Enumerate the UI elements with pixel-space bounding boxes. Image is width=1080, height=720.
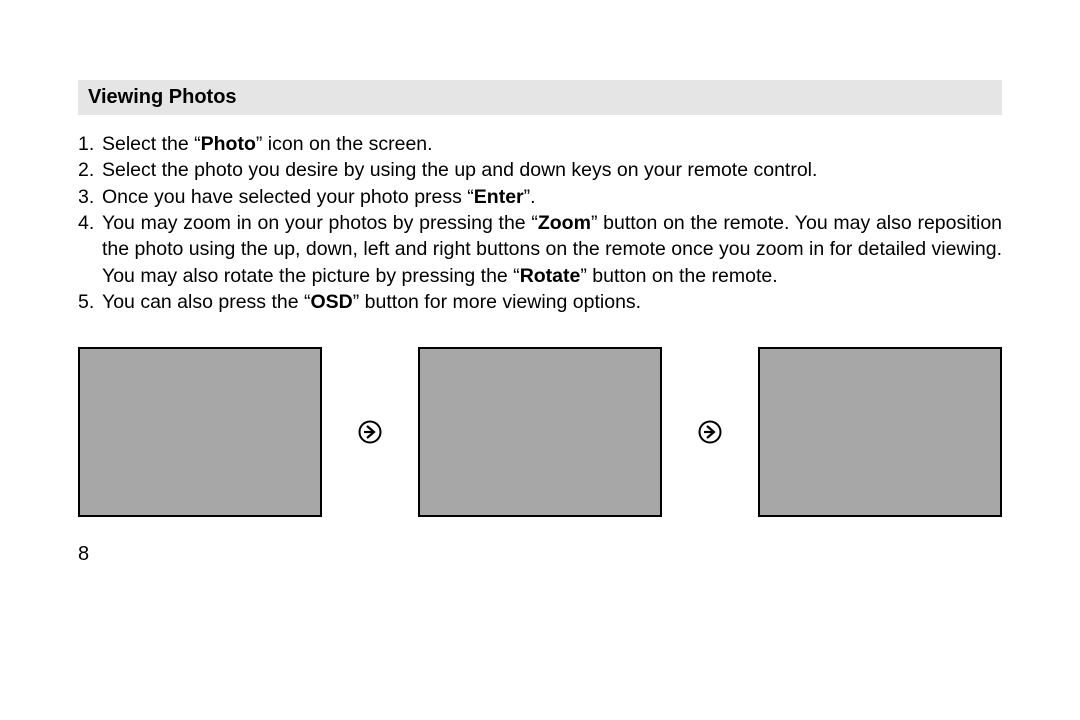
manual-page: Viewing Photos 1. Select the “Photo” ico… — [0, 0, 1080, 566]
section-heading-bar: Viewing Photos — [78, 80, 1002, 115]
text: ” icon on the screen. — [256, 133, 433, 155]
text: Once you have selected your photo press … — [102, 186, 474, 208]
text: You may zoom in on your photos by pressi… — [102, 212, 538, 234]
section-heading: Viewing Photos — [88, 86, 237, 108]
list-item: 3. Once you have selected your photo pre… — [78, 184, 1002, 210]
list-item: 1. Select the “Photo” icon on the screen… — [78, 131, 1002, 157]
text: ”. — [524, 186, 536, 208]
instruction-list: 1. Select the “Photo” icon on the screen… — [78, 131, 1002, 315]
text: ” button for more viewing options. — [353, 291, 641, 313]
thumbnail — [418, 347, 662, 517]
figure-row — [78, 347, 1002, 517]
photo-placeholder — [758, 347, 1002, 517]
step-body: Select the “Photo” icon on the screen. — [102, 131, 1002, 157]
step-number: 1. — [78, 131, 102, 157]
photo-placeholder — [78, 347, 322, 517]
step-body: You may zoom in on your photos by pressi… — [102, 210, 1002, 289]
bold-text: OSD — [311, 291, 353, 313]
arrow-right-icon — [698, 420, 722, 444]
bold-text: Enter — [474, 186, 524, 208]
step-number: 3. — [78, 184, 102, 210]
photo-placeholder — [418, 347, 662, 517]
page-number: 8 — [78, 543, 1002, 566]
list-item: 4. You may zoom in on your photos by pre… — [78, 210, 1002, 289]
thumbnail — [78, 347, 322, 517]
step-number: 4. — [78, 210, 102, 289]
step-number: 2. — [78, 157, 102, 183]
list-item: 5. You can also press the “OSD” button f… — [78, 289, 1002, 315]
bold-text: Photo — [201, 133, 256, 155]
bold-text: Rotate — [520, 265, 581, 287]
list-item: 2. Select the photo you desire by using … — [78, 157, 1002, 183]
bold-text: Zoom — [538, 212, 591, 234]
text: ” button on the remote. — [580, 265, 777, 287]
text: You can also press the “ — [102, 291, 311, 313]
text: Select the “ — [102, 133, 201, 155]
step-body: You can also press the “OSD” button for … — [102, 289, 1002, 315]
step-body: Once you have selected your photo press … — [102, 184, 1002, 210]
arrow-right-icon — [358, 420, 382, 444]
step-number: 5. — [78, 289, 102, 315]
thumbnail — [758, 347, 1002, 517]
step-body: Select the photo you desire by using the… — [102, 157, 1002, 183]
